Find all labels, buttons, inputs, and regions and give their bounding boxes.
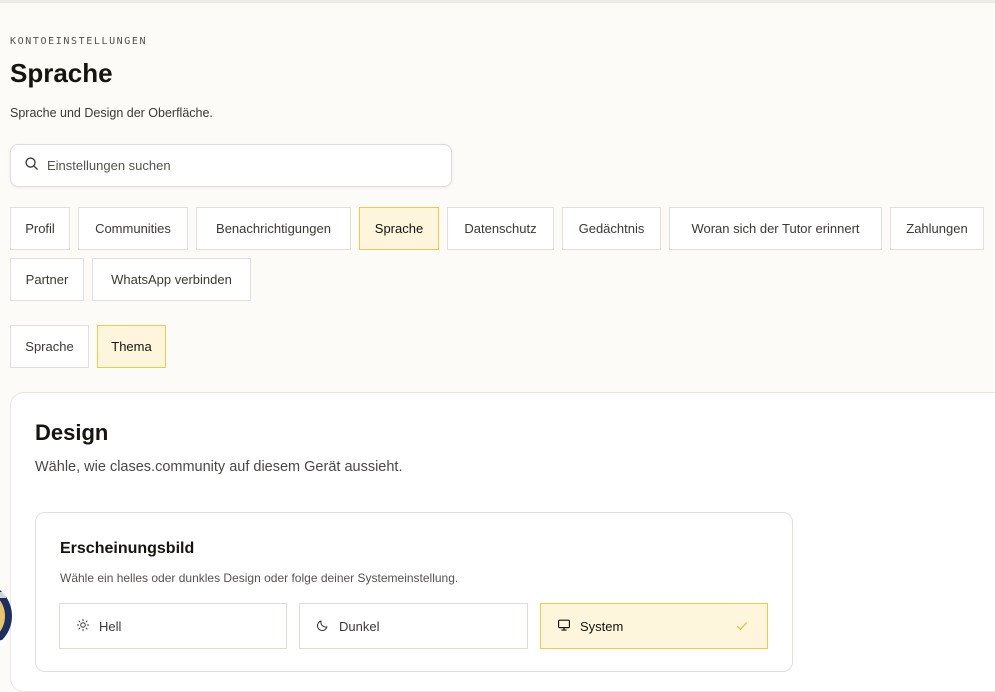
moon-icon	[316, 618, 339, 635]
tab-label: Communities	[95, 221, 171, 236]
subtab-thema[interactable]: Thema	[97, 325, 166, 368]
check-icon	[735, 619, 749, 633]
tab-label: Datenschutz	[464, 221, 537, 236]
theme-option-label: Hell	[99, 618, 122, 634]
theme-option-label: Dunkel	[339, 618, 380, 634]
monitor-icon	[557, 618, 580, 635]
sun-icon	[76, 618, 99, 635]
tab-profil[interactable]: Profil	[10, 207, 70, 250]
tab-label: Gedächtnis	[578, 221, 645, 236]
design-description: Wähle, wie clases.community auf diesem G…	[35, 459, 403, 475]
tab-zahlungen[interactable]: Zahlungen	[890, 207, 984, 250]
top-divider	[0, 0, 995, 3]
theme-option-dunkel[interactable]: Dunkel	[299, 603, 528, 649]
tab-label: Thema	[111, 339, 152, 354]
tab-datenschutz[interactable]: Datenschutz	[447, 207, 554, 250]
tab-label: Woran sich der Tutor erinnert	[691, 221, 860, 236]
tab-label: Sprache	[25, 339, 74, 354]
tab-label: WhatsApp verbinden	[111, 272, 232, 287]
theme-option-label: System	[580, 618, 624, 634]
page-title: Sprache	[10, 58, 113, 88]
search-box[interactable]	[10, 144, 452, 187]
tab-label: Benachrichtigungen	[216, 221, 331, 236]
tab-tutor-memory[interactable]: Woran sich der Tutor erinnert	[669, 207, 882, 250]
tab-gedaechtnis[interactable]: Gedächtnis	[562, 207, 661, 250]
search-input[interactable]	[47, 158, 427, 173]
tab-label: Sprache	[374, 221, 424, 236]
tab-label: Zahlungen	[906, 221, 968, 236]
tab-sprache[interactable]: Sprache	[359, 207, 439, 250]
subtab-sprache[interactable]: Sprache	[10, 325, 89, 368]
theme-option-system[interactable]: System	[540, 603, 768, 649]
tab-communities[interactable]: Communities	[78, 207, 188, 250]
section-eyebrow: KONTOEINSTELLUNGEN	[10, 36, 148, 47]
appearance-description: Wähle ein helles oder dunkles Design ode…	[60, 571, 459, 585]
search-icon	[24, 156, 39, 176]
page-subtitle: Sprache und Design der Oberfläche.	[10, 106, 213, 120]
appearance-title: Erscheinungsbild	[60, 540, 195, 557]
theme-option-hell[interactable]: Hell	[59, 603, 287, 649]
tab-whatsapp[interactable]: WhatsApp verbinden	[92, 258, 251, 301]
badge-emblem-icon	[0, 564, 14, 668]
tab-benachrichtigungen[interactable]: Benachrichtigungen	[196, 207, 351, 250]
tab-label: Partner	[25, 272, 69, 287]
tab-label: Profil	[25, 221, 55, 236]
tab-partner[interactable]: Partner	[10, 258, 84, 301]
design-title: Design	[35, 420, 109, 445]
